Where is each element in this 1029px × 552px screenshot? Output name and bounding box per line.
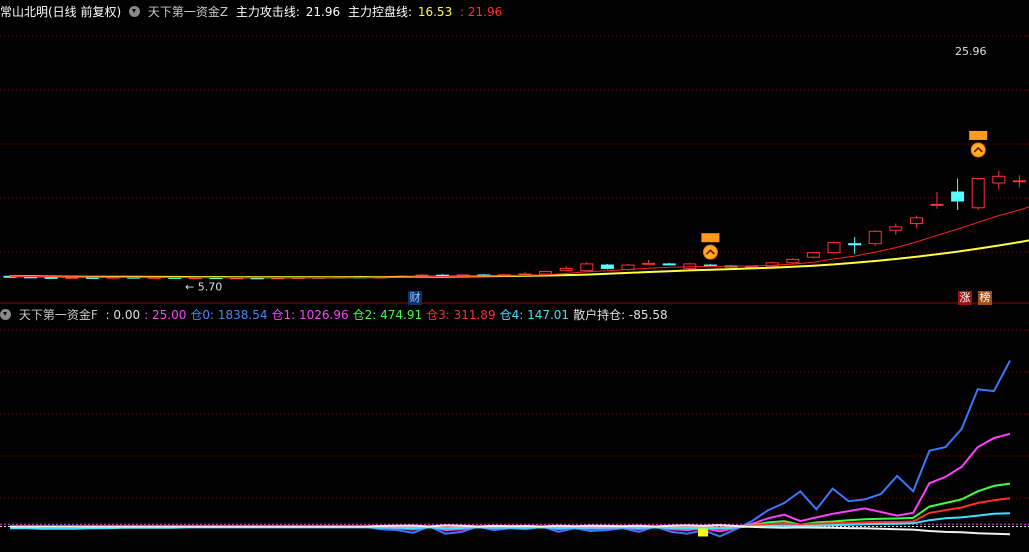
candle-body-44 bbox=[909, 217, 923, 224]
finance-badge[interactable]: 财 bbox=[408, 291, 422, 305]
candle-body-29 bbox=[600, 264, 614, 269]
candle-body-46 bbox=[951, 191, 965, 202]
sub-chart[interactable] bbox=[0, 324, 1029, 550]
signal-marker-2-circle bbox=[970, 142, 986, 158]
candle-body-31 bbox=[642, 262, 656, 265]
sub-value-7: 散户持仓: -85.58 bbox=[573, 308, 668, 322]
signal-square bbox=[698, 528, 708, 537]
sub-indicator-name[interactable]: 天下第一资金F bbox=[19, 308, 98, 322]
high-price-label: 25.96 bbox=[955, 45, 987, 58]
candle-body-2 bbox=[44, 276, 58, 279]
signal-marker-1-bar bbox=[701, 233, 720, 243]
candle-body-43 bbox=[889, 226, 903, 231]
candle-body-28 bbox=[580, 263, 594, 272]
limit-up-badge[interactable]: 涨 bbox=[958, 291, 972, 305]
signal-marker-1-circle bbox=[702, 244, 718, 260]
candle-body-38 bbox=[786, 258, 800, 264]
candle-body-45 bbox=[930, 203, 944, 206]
sub-indicator-menu-icon[interactable] bbox=[0, 309, 11, 320]
sub-value-5: 仓3: 311.89 bbox=[426, 308, 496, 322]
candle-body-47 bbox=[971, 178, 985, 209]
candle-body-42 bbox=[868, 230, 882, 245]
main-chart[interactable]: 25.96 ← 5.70 bbox=[0, 16, 1029, 304]
sub-value-2: 仓0: 1838.54 bbox=[190, 308, 268, 322]
sub-value-0: : 0.00 bbox=[105, 308, 141, 322]
sub-value-3: 仓1: 1026.96 bbox=[271, 308, 349, 322]
candle-body-32 bbox=[662, 263, 676, 266]
sub-header: 天下第一资金F : 0.00: 25.00 仓0: 1838.54 仓1: 1026… bbox=[0, 307, 676, 323]
candle-body-41 bbox=[848, 243, 862, 246]
candle-body-39 bbox=[806, 252, 820, 258]
candle-body-26 bbox=[539, 271, 553, 275]
sub-header-values: : 0.00: 25.00 仓0: 1838.54 仓1: 1026.96 仓2: 4… bbox=[106, 308, 672, 322]
control-line bbox=[10, 239, 1029, 279]
candle-body-27 bbox=[559, 267, 573, 272]
signal-marker-2-bar bbox=[969, 130, 988, 140]
sub-value-4: 仓2: 474.91 bbox=[352, 308, 423, 322]
rank-badge[interactable]: 榜 bbox=[978, 291, 992, 305]
attack-line bbox=[9, 206, 1029, 279]
series-line-1 bbox=[10, 432, 1011, 533]
candle-body-49 bbox=[1012, 180, 1026, 183]
candle-body-40 bbox=[827, 242, 841, 254]
sub-value-1: : 25.00 bbox=[144, 308, 187, 322]
sub-value-6: 仓4: 147.01 bbox=[499, 308, 570, 322]
candle-body-48 bbox=[992, 175, 1006, 184]
low-price-label: ← 5.70 bbox=[185, 281, 222, 294]
